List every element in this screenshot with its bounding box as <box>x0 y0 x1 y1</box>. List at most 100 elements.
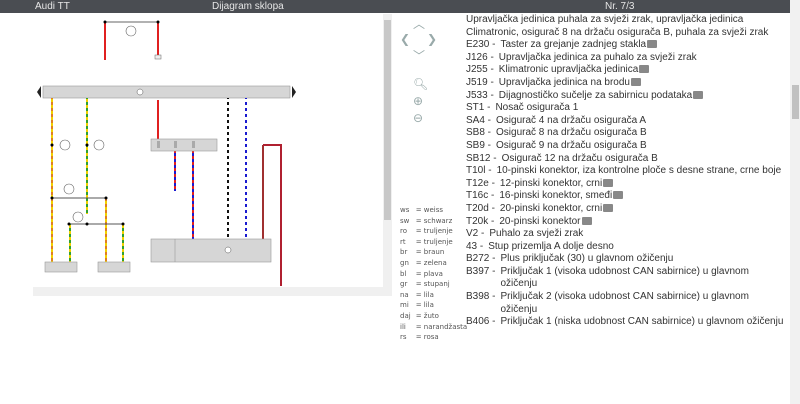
component-item: B398 - Priključak 2 (visoka udobnost CAN … <box>466 291 788 316</box>
component-text: Osigurač 4 na držaču osigurača A <box>496 114 647 126</box>
camera-icon[interactable] <box>647 40 658 49</box>
color-name: = lila <box>415 290 434 299</box>
component-text: 20-pinski konektor, crni <box>499 202 603 214</box>
zoom-in-icon[interactable]: ⊕ <box>413 94 423 108</box>
arrow-down-icon[interactable]: ﹀ <box>413 47 425 64</box>
diagram-number: Nr. 7/3 <box>605 1 635 12</box>
zoom-icon[interactable]: 🔍︎ <box>413 77 428 91</box>
component-item: J533 - Dijagnostičko sučelje za sabirnicu… <box>466 90 788 103</box>
component-text: Upravljačka jedinica za puhalo za svježi… <box>498 51 697 63</box>
component-text: Klimatronic upravljačka jedinica <box>498 64 639 76</box>
camera-icon[interactable] <box>693 90 704 99</box>
arrow-left-icon[interactable]: ❮ <box>400 32 410 46</box>
legend-row: br = braun <box>400 248 470 257</box>
st1-fuse-holder <box>150 138 218 152</box>
arrow-right-icon[interactable]: ❯ <box>427 32 437 46</box>
component-text: Osigurač 12 na držaču osigurača B <box>501 152 658 164</box>
page-scrollbar[interactable] <box>790 0 800 404</box>
component-name: Osigurač 9 na držaču osigurača B <box>496 140 647 153</box>
top-bar: Audi TT Dijagram sklopa Nr. 7/3 <box>0 0 790 13</box>
component-code: E230 - <box>466 39 496 51</box>
component-text: Priključak 1 (visoka udobnost CAN sabirn… <box>500 265 749 290</box>
component-text: 16-pinski konektor, smeđi <box>499 190 613 202</box>
component-name: Priključak 2 (visoka udobnost CAN sabirn… <box>500 291 788 316</box>
legend-row: ili = narandžasta <box>400 323 470 332</box>
component-text: Priključak 1 (niska udobnost CAN sabirni… <box>500 316 784 328</box>
component-text: Plus priključak (30) u glavnom ožičenju <box>500 253 674 265</box>
color-code: daj <box>400 311 411 320</box>
color-name: = zelena <box>415 258 447 267</box>
component-code: J126 - <box>466 51 494 63</box>
page-title: Dijagram sklopa <box>212 1 284 12</box>
component-item: B397 - Priključak 1 (visoka udobnost CAN … <box>466 266 788 291</box>
color-code: rs <box>400 333 407 342</box>
component-code: ST1 - <box>466 102 491 114</box>
scrollbar-thumb[interactable] <box>384 20 391 220</box>
component-code: J255 - <box>466 64 494 76</box>
top-connection <box>103 20 162 60</box>
color-name: = weiss <box>415 206 444 214</box>
component-code: SB8 - <box>466 127 492 139</box>
diagram-description: Upravljačka jedinica puhala za svježi zr… <box>466 14 769 38</box>
camera-icon[interactable] <box>630 77 641 86</box>
component-item: J519 - Upravljačka jedinica na brodu <box>466 77 788 90</box>
arrow-up-icon[interactable]: ︿ <box>413 15 425 32</box>
color-code: gn <box>400 258 409 267</box>
color-name: = stupanj <box>415 280 450 289</box>
component-item: SB8 - Osigurač 8 na držaču osigurača B <box>466 127 788 140</box>
component-item: SB9 - Osigurač 9 na držaču osigurača B <box>466 140 788 153</box>
component-item: T16c - 16-pinski konektor, smeđi <box>466 190 788 203</box>
component-name: Osigurač 4 na držaču osigurača A <box>496 115 646 128</box>
legend-row: gn = zelena <box>400 259 470 268</box>
legend-panel: ︿ ❮ ❯ ﹀ 🔍︎ ⊕ ⊖ Upravljačka jedinica puha… <box>392 13 790 404</box>
component-name: 10-pinski konektor, iza kontrolne ploče … <box>497 165 782 178</box>
color-name: = schwarz <box>415 216 453 225</box>
component-item: 43 - Stup prizemlja A dolje desno <box>466 241 788 254</box>
wiring-diagram-svg <box>37 20 296 286</box>
component-item: SB12 - Osigurač 12 na držaču osigurača B <box>466 153 788 166</box>
j126-control-unit <box>150 238 272 263</box>
camera-icon[interactable] <box>603 203 614 212</box>
component-name: Upravljačka jedinica na brodu <box>499 77 641 90</box>
component-text: Dijagnostičko sučelje za sabirnicu podat… <box>498 89 693 101</box>
component-item: T10l - 10-pinski konektor, iza kontrolne … <box>466 165 788 178</box>
component-item: T20k -20-pinski konektor <box>466 216 788 229</box>
component-item: ST1 - Nosač osigurača 1 <box>466 102 788 115</box>
component-name: 20-pinski konektor <box>499 215 592 229</box>
diagram-horizontal-scrollbar[interactable] <box>33 287 383 296</box>
camera-icon[interactable] <box>613 191 624 200</box>
component-text: Stup prizemlja A dolje desno <box>488 240 614 252</box>
color-name: = lila <box>415 301 434 310</box>
color-name: = trulјenje <box>415 237 453 246</box>
camera-icon[interactable] <box>639 65 650 74</box>
color-code: bl <box>400 269 407 278</box>
color-name: = rosa <box>415 333 439 342</box>
component-text: Nosač osigurača 1 <box>495 102 579 114</box>
component-text: 20-pinski konektor <box>499 215 581 227</box>
component-text: 10-pinski konektor, iza kontrolne ploče … <box>496 165 782 177</box>
j519-control-unit-bar <box>37 85 296 99</box>
legend-row: rt = trulјenje <box>400 238 470 247</box>
component-name: Osigurač 12 na držaču osigurača B <box>502 153 658 166</box>
vehicle-model: Audi TT <box>35 1 70 12</box>
legend-row: gr = stupanj <box>400 280 470 289</box>
legend-row: mi = lila <box>400 301 470 310</box>
component-name: Priključak 1 (niska udobnost CAN sabirni… <box>500 316 783 329</box>
zoom-out-icon[interactable]: ⊖ <box>413 111 423 125</box>
wiring-diagram[interactable] <box>33 14 383 296</box>
component-code: J533 - <box>466 89 494 101</box>
legend-row: na = lila <box>400 291 470 300</box>
component-name: Klimatronic upravljačka jedinica <box>499 64 650 77</box>
legend-row: rs = rosa <box>400 333 470 342</box>
color-code: ili <box>400 322 406 331</box>
color-name: = žuto <box>415 311 439 320</box>
diagram-vertical-scrollbar[interactable] <box>383 14 392 296</box>
page-scrollbar-thumb[interactable] <box>792 85 799 119</box>
component-text: Osigurač 8 na držaču osigurača B <box>496 127 647 139</box>
wire-color-legend: ws = weiss sw = schwarz ro = trulјenje rt = tru… <box>398 204 472 344</box>
camera-icon[interactable] <box>603 178 614 187</box>
component-item: J255 - Klimatronic upravljačka jedinica <box>466 64 788 77</box>
camera-icon[interactable] <box>581 216 592 225</box>
color-code: rt <box>400 237 406 246</box>
color-name: = braun <box>415 248 445 257</box>
